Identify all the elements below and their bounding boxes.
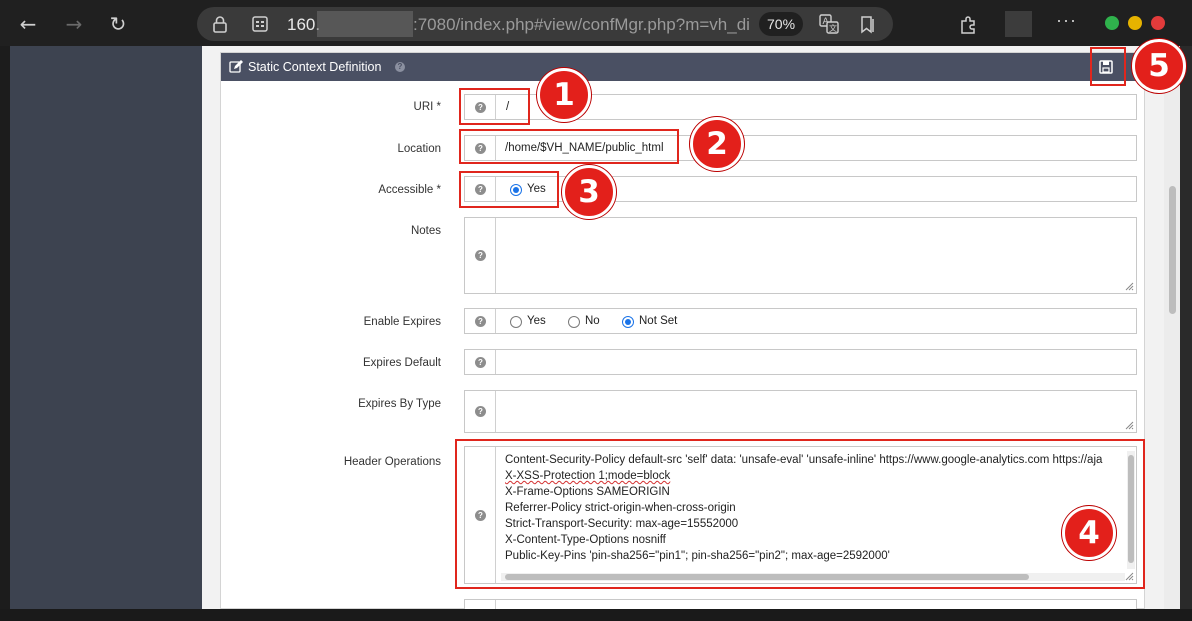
window-maximize-button[interactable] xyxy=(1128,16,1142,30)
resize-handle-icon[interactable] xyxy=(1125,421,1134,430)
zoom-indicator[interactable]: 70% xyxy=(759,12,804,36)
location-label: Location xyxy=(397,143,441,155)
back-icon[interactable]: ← xyxy=(14,10,42,38)
help-icon[interactable]: ? xyxy=(475,250,486,261)
annotation-badge-4: 4 xyxy=(1062,506,1116,560)
extensions-icon[interactable] xyxy=(958,13,980,35)
highlight-save xyxy=(1090,47,1126,86)
translate-icon[interactable]: A 文 xyxy=(819,14,839,34)
reload-icon[interactable]: ↻ xyxy=(104,10,132,38)
profile-avatar[interactable] xyxy=(1005,11,1032,37)
resize-handle-icon[interactable] xyxy=(1125,282,1134,291)
window-close-button[interactable] xyxy=(1151,16,1165,30)
highlight-uri xyxy=(459,88,530,125)
forward-icon[interactable]: → xyxy=(60,10,88,38)
url-path[interactable]: :7080/index.php#view/confMgr.php?m=vh_di xyxy=(413,15,751,35)
more-menu-icon[interactable]: ··· xyxy=(1056,10,1077,31)
accessible-label: Accessible * xyxy=(378,184,441,196)
annotation-badge-3: 3 xyxy=(562,165,616,219)
annotation-badge-5: 5 xyxy=(1132,39,1186,93)
highlight-location xyxy=(459,129,679,164)
lock-icon[interactable] xyxy=(211,15,229,33)
enable-expires-no-radio[interactable] xyxy=(568,316,580,328)
page-scrollbar[interactable] xyxy=(1164,46,1180,609)
help-cell[interactable]: ? xyxy=(465,309,496,333)
help-icon[interactable]: ? xyxy=(475,357,486,368)
header-operations-label: Header Operations xyxy=(343,456,441,468)
highlight-accessible xyxy=(459,171,559,208)
enable-expires-yes-radio[interactable] xyxy=(510,316,522,328)
address-bar[interactable]: 160. :7080/index.php#view/confMgr.php?m=… xyxy=(197,7,893,41)
highlight-header-operations xyxy=(455,439,1145,589)
help-cell[interactable]: ? xyxy=(465,350,496,374)
page-scrollbar-thumb[interactable] xyxy=(1169,186,1176,314)
enable-expires-yes-label[interactable]: Yes xyxy=(527,315,546,327)
enable-expires-notset-label[interactable]: Not Set xyxy=(639,315,677,327)
edit-icon xyxy=(229,60,243,73)
sidebar xyxy=(10,46,202,609)
notes-label: Notes xyxy=(410,225,441,237)
url-redaction xyxy=(317,11,413,37)
enable-expires-notset-radio[interactable] xyxy=(622,316,634,328)
reading-list-icon[interactable] xyxy=(859,14,877,34)
tabs-icon[interactable] xyxy=(251,15,269,33)
expires-by-type-textarea[interactable]: ? xyxy=(464,390,1137,433)
help-icon[interactable]: ? xyxy=(395,62,405,72)
panel-header: Static Context Definition ? xyxy=(221,53,1144,81)
expires-default-field[interactable]: ? xyxy=(464,349,1137,375)
window-minimize-button[interactable] xyxy=(1105,16,1119,30)
notes-textarea[interactable]: ? xyxy=(464,217,1137,294)
bottom-band xyxy=(0,609,1192,621)
help-cell[interactable]: ? xyxy=(465,391,496,432)
help-icon[interactable]: ? xyxy=(475,316,486,327)
panel-title: Static Context Definition xyxy=(248,60,382,74)
enable-expires-no-label[interactable]: No xyxy=(585,315,600,327)
expires-default-label: Expires Default xyxy=(363,357,441,369)
uri-label: URI * xyxy=(413,101,441,113)
svg-text:文: 文 xyxy=(829,23,837,33)
enable-expires-label: Enable Expires xyxy=(363,316,441,328)
help-cell[interactable]: ? xyxy=(465,218,496,293)
annotation-badge-1: 1 xyxy=(537,68,591,122)
url-host[interactable]: 160. xyxy=(287,15,320,35)
help-icon[interactable]: ? xyxy=(475,406,486,417)
annotation-badge-2: 2 xyxy=(690,117,744,171)
browser-toolbar: ← → ↻ 160. :7080/index.php#view/confMgr.… xyxy=(0,0,1192,46)
enable-expires-field[interactable]: ? Yes No Not Set xyxy=(464,308,1137,334)
window-edge xyxy=(1180,46,1192,609)
expires-by-type-label: Expires By Type xyxy=(358,398,441,410)
